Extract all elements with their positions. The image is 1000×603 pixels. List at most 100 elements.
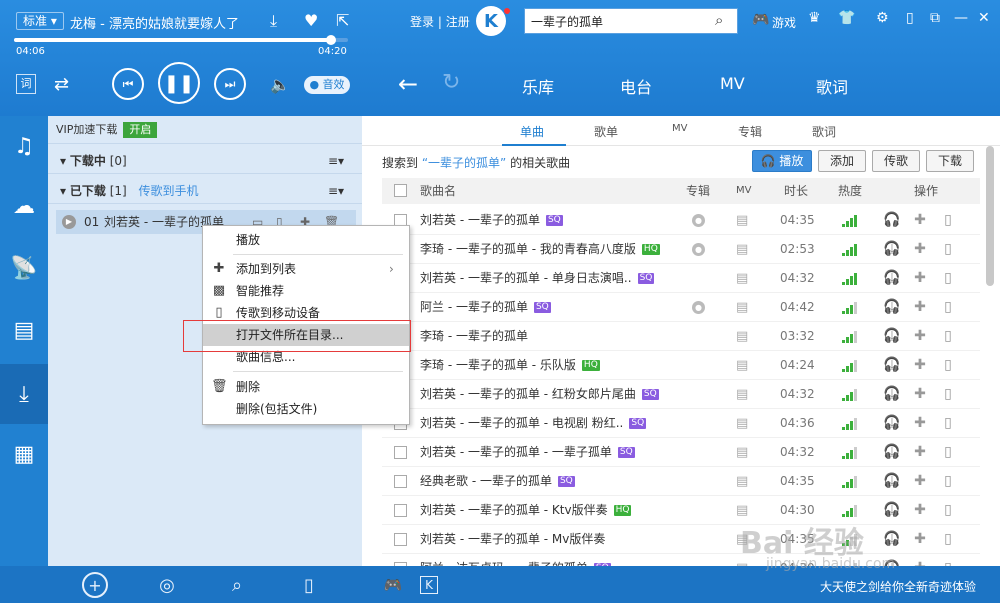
send-phone-icon[interactable]: ▯	[934, 525, 962, 554]
nav-lyrics[interactable]: 歌词	[816, 74, 848, 98]
album-disc-icon[interactable]: ●	[692, 301, 705, 314]
result-row[interactable]: 刘若英 - 一辈子的孤单 - Mv版伴奏▤04:35🎧✚▯⤓	[382, 525, 980, 576]
ad-slogan[interactable]: 大天使之剑给你全新奇迹体验	[820, 578, 976, 595]
add-all-button[interactable]: 添加	[818, 150, 866, 172]
listen-headphones-icon[interactable]: 🎧	[878, 409, 906, 438]
list-menu-icon[interactable]: ≡▾	[328, 148, 344, 174]
tab-lyrics[interactable]: 歌词	[812, 123, 836, 140]
sidebar-radio-icon[interactable]: 📡	[0, 238, 48, 298]
send-phone-icon[interactable]: ▯	[934, 293, 962, 322]
listen-headphones-icon[interactable]: 🎧	[878, 525, 906, 554]
result-row[interactable]: 刘若英 - 一辈子的孤单 - 红粉女郎片尾曲 SQ ▤ 04:32 🎧 ✚ ▯⤓	[382, 380, 980, 431]
sound-effect-toggle[interactable]: ● 音效	[304, 76, 350, 94]
menu-add-to-list[interactable]: ✚ 添加到列表 ›	[203, 258, 409, 280]
nav-mv[interactable]: MV	[720, 74, 745, 93]
target-icon[interactable]: ◎	[154, 572, 180, 598]
add-icon[interactable]: ✚	[906, 380, 934, 409]
song-name[interactable]: 李琦 - 一辈子的孤单 - 乐队版 HQ	[420, 351, 600, 380]
result-row[interactable]: 刘若英 - 一辈子的孤单 - 电视剧 粉红.. SQ ▤ 04:36 🎧 ✚ ▯⤓	[382, 409, 980, 460]
menu-delete[interactable]: 🗑 删除	[203, 376, 409, 398]
mv-film-icon[interactable]: ▤	[736, 235, 748, 264]
song-name[interactable]: 刘若英 - 一辈子的孤单 - 单身日志演唱.. SQ	[420, 264, 655, 293]
menu-play[interactable]: 播放	[203, 229, 409, 251]
result-row[interactable]: 经典老歌 - 一辈子的孤单 SQ ▤ 04:35 🎧 ✚ ▯⤓	[382, 467, 980, 518]
progress-knob[interactable]	[326, 35, 336, 45]
result-row[interactable]: 李琦 - 一辈子的孤单 ▤ 03:32 🎧 ✚ ▯⤓	[382, 322, 980, 373]
send-to-phone-link[interactable]: 传歌到手机	[139, 184, 199, 198]
album-disc-icon[interactable]: ●	[692, 243, 705, 256]
result-row[interactable]: 阿兰 - 一辈子的孤单 SQ ● ▤ 04:42 🎧 ✚ ▯⤓	[382, 293, 980, 344]
song-name[interactable]: 李琦 - 一辈子的孤单 - 我的青春高八度版 HQ	[420, 235, 660, 264]
download-all-button[interactable]: 下载	[926, 150, 974, 172]
pause-button[interactable]: ❚❚	[158, 62, 200, 104]
send-all-button[interactable]: 传歌	[872, 150, 920, 172]
album-disc-icon[interactable]: ●	[692, 214, 705, 227]
mv-film-icon[interactable]: ▤	[736, 409, 748, 438]
send-phone-icon[interactable]: ▯	[934, 496, 962, 525]
gamepad-icon[interactable]: 🎮	[752, 12, 769, 28]
lyrics-toggle-button[interactable]: 词	[16, 74, 36, 94]
send-phone-icon[interactable]: ▯	[934, 206, 962, 235]
song-name[interactable]: 刘若英 - 一辈子的孤单 - 一辈子孤单 SQ	[420, 438, 635, 467]
add-icon[interactable]: ✚	[906, 206, 934, 235]
kugou-small-icon[interactable]: K	[420, 576, 438, 594]
share-icon[interactable]: ⇱	[336, 11, 349, 30]
add-circle-icon[interactable]: +	[82, 572, 108, 598]
listen-headphones-icon[interactable]: 🎧	[878, 496, 906, 525]
menu-smart-recommend[interactable]: ▩ 智能推荐	[203, 280, 409, 302]
result-row[interactable]: 刘若英 - 一辈子的孤单 - Ktv版伴奏 HQ ▤ 04:30 🎧 ✚ ▯⤓	[382, 496, 980, 547]
nav-radio[interactable]: 电台	[620, 74, 652, 98]
row-checkbox[interactable]	[394, 504, 407, 517]
mv-film-icon[interactable]: ▤	[736, 293, 748, 322]
volume-icon[interactable]: 🔈	[270, 75, 290, 94]
play-mode-icon[interactable]: ⇄	[54, 74, 69, 95]
send-phone-icon[interactable]: ▯	[934, 380, 962, 409]
sidebar-cloud-icon[interactable]: ☁	[0, 176, 48, 236]
search-icon[interactable]: ⌕	[224, 572, 250, 598]
row-checkbox[interactable]	[394, 475, 407, 488]
send-phone-icon[interactable]: ▯	[934, 322, 962, 351]
send-phone-icon[interactable]: ▯	[934, 351, 962, 380]
login-link[interactable]: 登录	[410, 15, 434, 29]
close-icon[interactable]: ✕	[978, 10, 990, 26]
downloading-section-header[interactable]: ▾ 下载中 [0] ≡▾	[48, 148, 362, 174]
add-icon[interactable]: ✚	[906, 322, 934, 351]
listen-headphones-icon[interactable]: 🎧	[878, 322, 906, 351]
listen-headphones-icon[interactable]: 🎧	[878, 467, 906, 496]
result-row[interactable]: 李琦 - 一辈子的孤单 - 我的青春高八度版 HQ ● ▤ 02:53 🎧 ✚ ▯⤓	[382, 235, 980, 286]
add-icon[interactable]: ✚	[906, 525, 934, 554]
add-icon[interactable]: ✚	[906, 496, 934, 525]
search-icon[interactable]: ⌕	[715, 11, 723, 29]
mv-film-icon[interactable]: ▤	[736, 467, 748, 496]
send-phone-icon[interactable]: ▯	[934, 467, 962, 496]
vip-enable-button[interactable]: 开启	[123, 122, 158, 138]
menu-delete-with-file[interactable]: 删除(包括文件)	[203, 398, 409, 420]
song-name[interactable]: 阿兰 - 一辈子的孤单 SQ	[420, 293, 551, 322]
register-link[interactable]: 注册	[446, 15, 470, 29]
mv-film-icon[interactable]: ▤	[736, 380, 748, 409]
tab-playlists[interactable]: 歌单	[594, 123, 618, 140]
listen-headphones-icon[interactable]: 🎧	[878, 264, 906, 293]
tab-songs[interactable]: 单曲	[520, 123, 544, 140]
mv-film-icon[interactable]: ▤	[736, 206, 748, 235]
vip-crown-icon[interactable]: ♛	[808, 10, 821, 26]
minimize-icon[interactable]: —	[954, 10, 968, 26]
result-row[interactable]: 刘若英 - 一辈子的孤单 SQ ● ▤ 04:35 🎧 ✚ ▯⤓	[382, 206, 980, 257]
refresh-icon[interactable]: ↻	[442, 70, 460, 95]
mini-mode-icon[interactable]: ⧉	[930, 10, 940, 26]
search-input[interactable]	[525, 9, 705, 33]
result-row[interactable]: 刘若英 - 一辈子的孤单 - 单身日志演唱.. SQ ▤ 04:32 🎧 ✚ ▯⤓	[382, 264, 980, 315]
mv-film-icon[interactable]: ▤	[736, 264, 748, 293]
listen-headphones-icon[interactable]: 🎧	[878, 206, 906, 235]
game-icon[interactable]: 🎮	[380, 572, 406, 598]
back-arrow-icon[interactable]: ←	[398, 70, 418, 98]
play-all-button[interactable]: 🎧 播放	[752, 150, 812, 172]
listen-headphones-icon[interactable]: 🎧	[878, 438, 906, 467]
row-checkbox[interactable]	[394, 446, 407, 459]
song-name[interactable]: 刘若英 - 一辈子的孤单 - Mv版伴奏	[420, 525, 605, 554]
download-icon[interactable]: ⤓	[270, 11, 277, 31]
skin-shirt-icon[interactable]: 👕	[838, 10, 855, 26]
next-button[interactable]: ⏭	[214, 68, 246, 100]
add-icon[interactable]: ✚	[906, 438, 934, 467]
settings-gear-icon[interactable]: ⚙	[876, 10, 889, 26]
